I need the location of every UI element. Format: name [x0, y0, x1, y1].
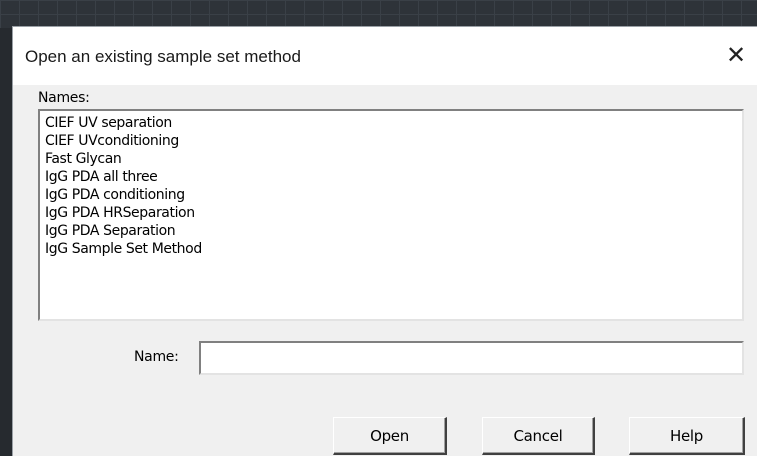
list-item[interactable]: IgG PDA conditioning — [45, 186, 742, 204]
help-button[interactable]: Help — [629, 417, 745, 455]
list-item[interactable]: Fast Glycan — [45, 150, 742, 168]
list-item[interactable]: CIEF UV separation — [45, 114, 742, 132]
dialog-title-bar[interactable]: Open an existing sample set method ✕ — [13, 27, 757, 85]
open-button[interactable]: Open — [333, 417, 447, 455]
list-item[interactable]: IgG Sample Set Method — [45, 240, 742, 258]
names-label: Names: — [38, 90, 90, 106]
open-sample-set-method-dialog: Open an existing sample set method ✕ Nam… — [12, 26, 757, 456]
names-listbox[interactable]: CIEF UV separation CIEF UVconditioning F… — [38, 109, 744, 321]
list-item[interactable]: IgG PDA all three — [45, 168, 742, 186]
list-item[interactable]: CIEF UVconditioning — [45, 132, 742, 150]
desktop-background-left — [0, 28, 12, 456]
close-icon[interactable]: ✕ — [721, 41, 751, 71]
cancel-button[interactable]: Cancel — [482, 417, 595, 455]
name-input[interactable] — [199, 341, 744, 375]
desktop-background — [0, 0, 757, 28]
list-item[interactable]: IgG PDA HRSeparation — [45, 204, 742, 222]
list-item[interactable]: IgG PDA Separation — [45, 222, 742, 240]
dialog-title: Open an existing sample set method — [25, 47, 301, 66]
name-label: Name: — [134, 349, 179, 365]
